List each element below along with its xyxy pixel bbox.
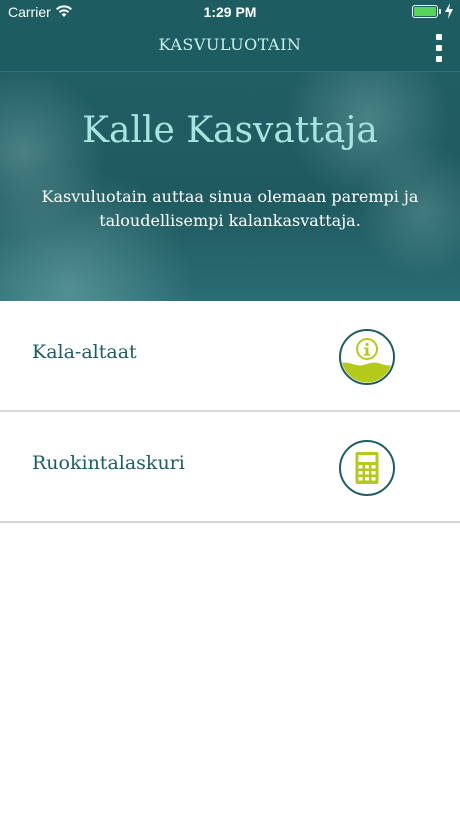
list-item-ruokintalaskuri[interactable]: Ruokintalaskuri [0,412,460,523]
more-vertical-icon[interactable] [432,34,446,62]
list-item-kala-altaat[interactable]: Kala-altaat [0,301,460,412]
app-title: KASVULUOTAIN [158,35,302,54]
hero-description: Kasvuluotain auttaa sinua olemaan paremp… [41,187,419,230]
nav-bar: KASVULUOTAIN [0,24,460,72]
battery-icon [412,5,441,18]
charging-bolt-icon [445,3,453,19]
hero-title: Kalle Kasvattaja [82,110,378,151]
list-item-label: Kala-altaat [32,341,137,363]
info-water-icon [339,329,395,385]
list-item-label: Ruokintalaskuri [32,452,185,474]
status-time: 1:29 PM [203,4,257,20]
status-bar: Carrier 1:29 PM [0,0,460,24]
menu-list: Kala-altaat Ruokintalaskuri [0,301,460,523]
hero-banner: Kalle Kasvattaja Kasvuluotain auttaa sin… [0,72,460,301]
calculator-icon [339,440,395,496]
